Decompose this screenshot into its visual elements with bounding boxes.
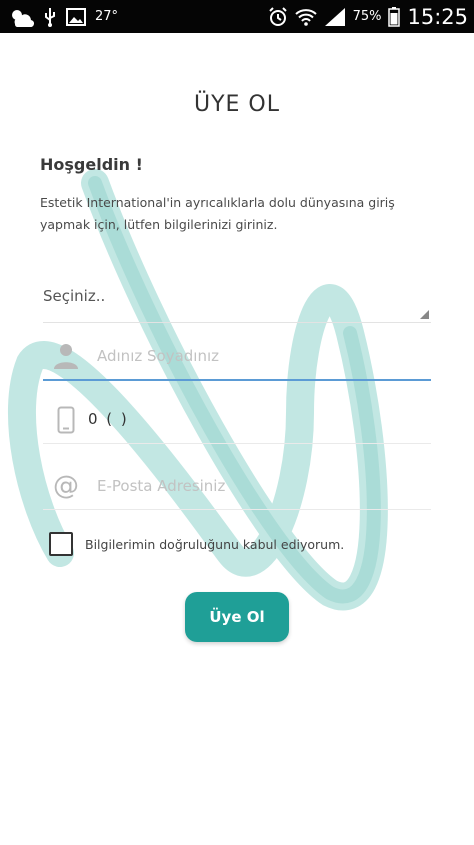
alarm-icon xyxy=(268,6,288,28)
select-dropdown[interactable]: Seçiniz.. xyxy=(43,282,431,323)
name-field xyxy=(43,333,431,381)
select-value: Seçiniz.. xyxy=(43,287,106,305)
email-field: @ xyxy=(43,463,431,510)
dropdown-caret-icon xyxy=(420,310,429,319)
status-bar: 27° 75% 15:25 xyxy=(0,0,474,33)
email-input[interactable] xyxy=(97,471,417,501)
phone-field: 0 ( ) xyxy=(43,397,431,444)
at-sign-icon: @ xyxy=(53,471,79,501)
agreement-row: Bilgilerimin doğruluğunu kabul ediyorum. xyxy=(49,532,344,556)
wifi-icon xyxy=(294,6,317,28)
usb-icon xyxy=(43,6,57,28)
partly-cloudy-icon xyxy=(8,6,34,28)
clock: 15:25 xyxy=(407,4,468,29)
intro-text: Estetik International'in ayrıcalıklarla … xyxy=(40,195,395,232)
person-icon xyxy=(51,341,81,371)
temperature: 27° xyxy=(95,9,119,24)
mobile-phone-icon xyxy=(51,405,81,435)
phone-input[interactable]: 0 ( ) xyxy=(88,410,129,428)
name-input[interactable] xyxy=(97,341,417,371)
page-title: ÜYE OL xyxy=(193,92,280,117)
agreement-checkbox[interactable] xyxy=(49,532,73,556)
welcome-heading: Hoşgeldin ! xyxy=(40,155,143,174)
agreement-label[interactable]: Bilgilerimin doğruluğunu kabul ediyorum. xyxy=(85,537,344,552)
signal-icon xyxy=(324,6,346,28)
register-button[interactable]: Üye Ol xyxy=(185,592,289,642)
image-icon xyxy=(66,6,86,28)
battery-icon xyxy=(388,6,401,28)
battery-percent: 75% xyxy=(352,9,382,24)
